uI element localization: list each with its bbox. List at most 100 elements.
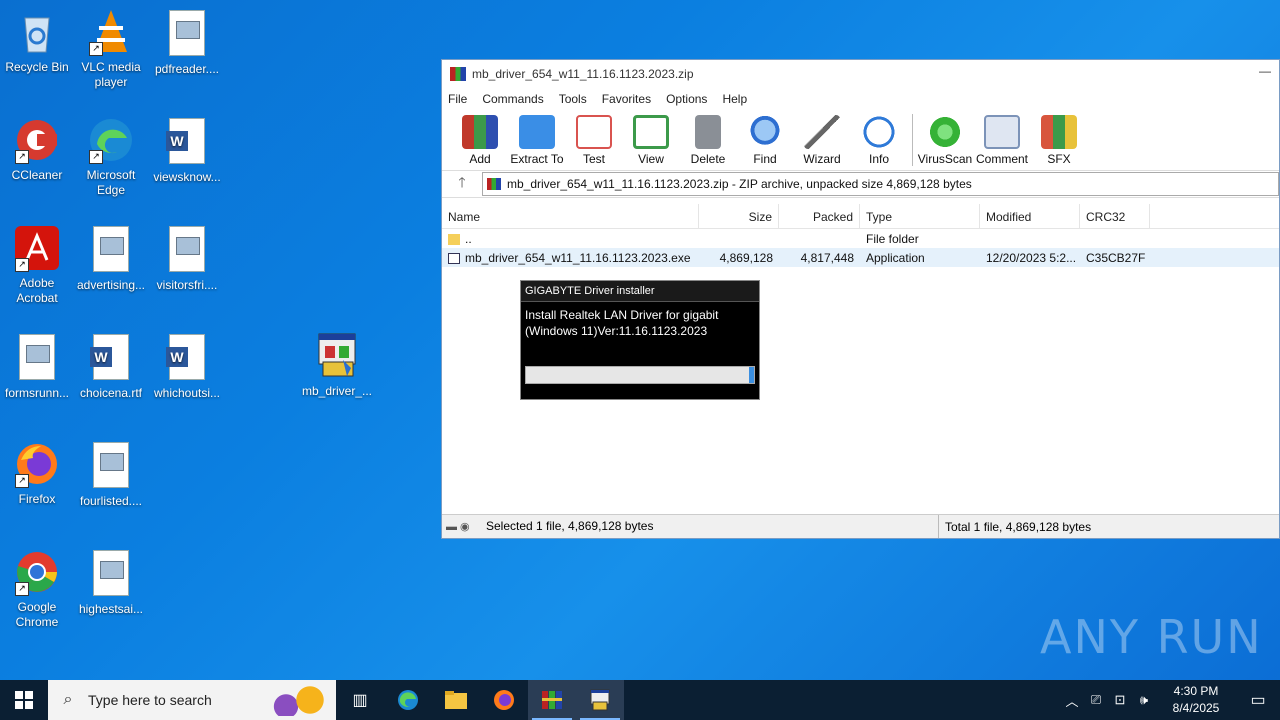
firefox-icon (494, 690, 514, 710)
desktop-icon-ccleaner[interactable]: ↗ CCleaner (0, 116, 74, 183)
desktop-icon-firefox[interactable]: ↗ Firefox (0, 440, 74, 507)
taskbar-search-box[interactable]: ⌕ Type here to search (48, 680, 336, 720)
view-button[interactable]: View (623, 115, 679, 170)
comment-icon (984, 115, 1020, 149)
ccleaner-icon: ↗ (13, 116, 61, 164)
taskbar-winrar[interactable] (528, 680, 576, 720)
toolbar-label: Test (582, 152, 605, 166)
column-packed[interactable]: Packed (779, 204, 860, 228)
desktop-icon-advertising[interactable]: advertising... (74, 224, 148, 293)
taskbar-edge[interactable] (384, 680, 432, 720)
taskbar-installer[interactable] (576, 680, 624, 720)
folder-icon (448, 233, 460, 245)
desktop-icon-label: choicena.rtf (79, 386, 143, 400)
acrobat-icon: ↗ (13, 224, 61, 272)
desktop-icon-choicena[interactable]: W choicena.rtf (74, 332, 148, 401)
taskbar-firefox[interactable] (480, 680, 528, 720)
menu-favorites[interactable]: Favorites (602, 92, 651, 106)
menu-options[interactable]: Options (666, 92, 707, 106)
toolbar-label: View (638, 152, 664, 166)
edge-icon (398, 690, 418, 710)
start-button[interactable] (0, 680, 48, 720)
wizard-button[interactable]: Wizard (794, 115, 850, 170)
document-icon (93, 550, 129, 596)
document-icon (169, 226, 205, 272)
minimize-button[interactable]: — (1259, 64, 1273, 78)
chevron-up-icon[interactable]: ︿ (1060, 691, 1084, 710)
notifications-icon[interactable]: ▭ (1236, 690, 1280, 710)
sfx-button[interactable]: SFX (1031, 115, 1087, 170)
column-name[interactable]: Name (442, 204, 699, 228)
desktop-icon-chrome[interactable]: ↗ Google Chrome (0, 548, 74, 630)
desktop-icon-whichoutsi[interactable]: W whichoutsi... (150, 332, 224, 401)
network-icon[interactable]: ⊡ (1108, 692, 1132, 708)
table-row[interactable]: mb_driver_654_w11_11.16.1123.2023.exe 4,… (442, 248, 1279, 267)
menu-help[interactable]: Help (722, 92, 747, 106)
menu-bar: File Commands Tools Favorites Options He… (442, 88, 1279, 110)
edge-icon: ↗ (87, 116, 135, 164)
row-crc: C35CB27F (1086, 250, 1146, 265)
desktop-icon-edge[interactable]: ↗ Microsoft Edge (74, 116, 148, 198)
search-highlight-flowers-icon (268, 684, 328, 716)
installer-exe-icon (313, 332, 361, 380)
add-button[interactable]: Add (452, 115, 508, 170)
desktop-icon-formsrunn[interactable]: formsrunn... (0, 332, 74, 401)
menu-tools[interactable]: Tools (559, 92, 587, 106)
up-arrow-icon[interactable]: 🡑 (442, 172, 482, 196)
row-name: mb_driver_654_w11_11.16.1123.2023.exe (465, 250, 691, 265)
winrar-app-icon (450, 67, 466, 81)
archive-path-field[interactable]: mb_driver_654_w11_11.16.1123.2023.zip - … (482, 172, 1279, 196)
driver-installer-dialog: GIGABYTE Driver installer Install Realte… (520, 280, 760, 400)
status-bar: ▬ ◉ Selected 1 file, 4,869,128 bytes Tot… (442, 514, 1279, 538)
column-type[interactable]: Type (860, 204, 980, 228)
row-name: .. (465, 231, 472, 246)
task-view-button[interactable]: ▥ (336, 680, 384, 720)
desktop-icon-label: VLC media player (81, 60, 141, 89)
anyrun-watermark: ANY RUN (1040, 610, 1263, 664)
toolbar: Add Extract To Test View Delete Find Wiz… (442, 110, 1279, 171)
toolbar-label: Extract To (510, 152, 564, 166)
document-icon (169, 10, 205, 56)
toolbar-separator (912, 114, 913, 166)
info-button[interactable]: Info (851, 115, 907, 170)
desktop-icon-viewsknow[interactable]: W viewsknow... (150, 116, 224, 185)
desktop-icon-label: Microsoft Edge (86, 168, 136, 197)
find-button[interactable]: Find (737, 115, 793, 170)
desktop-icon-vlc[interactable]: ↗ VLC media player (74, 8, 148, 90)
comment-button[interactable]: Comment (974, 115, 1030, 170)
test-button[interactable]: Test (566, 115, 622, 170)
column-crc32[interactable]: CRC32 (1080, 204, 1150, 228)
taskbar-file-explorer[interactable] (432, 680, 480, 720)
desktop-icon-label: mb_driver_... (301, 384, 373, 398)
desktop-icon-acrobat[interactable]: ↗ Adobe Acrobat (0, 224, 74, 306)
column-size[interactable]: Size (699, 204, 779, 228)
toolbar-label: Info (868, 152, 889, 166)
taskbar-clock[interactable]: 4:30 PM 8/4/2025 (1156, 683, 1236, 717)
window-titlebar[interactable]: mb_driver_654_w11_11.16.1123.2023.zip — (442, 60, 1279, 88)
search-placeholder: Type here to search (88, 692, 212, 708)
delete-button[interactable]: Delete (680, 115, 736, 170)
virusscan-button[interactable]: VirusScan (917, 115, 973, 170)
desktop-icon-mb-driver[interactable]: mb_driver_... (300, 332, 374, 399)
toolbar-label: Comment (975, 152, 1028, 166)
installer-title[interactable]: GIGABYTE Driver installer (521, 281, 759, 302)
taskbar: ⌕ Type here to search ▥ ︿ ⎚ ⊡ 🕪 4:30 PM … (0, 680, 1280, 720)
document-icon (93, 226, 129, 272)
table-row[interactable]: .. File folder (442, 229, 1279, 248)
meet-now-icon[interactable]: ⎚ (1084, 692, 1108, 708)
volume-icon[interactable]: 🕪 (1132, 692, 1156, 708)
desktop-icon-label: Adobe Acrobat (16, 276, 58, 305)
desktop-icon-recycle-bin[interactable]: Recycle Bin (0, 8, 74, 75)
clock-time: 4:30 PM (1173, 684, 1219, 698)
window-title: mb_driver_654_w11_11.16.1123.2023.zip (472, 67, 694, 81)
extract-folder-icon (519, 115, 555, 149)
extract-to-button[interactable]: Extract To (509, 115, 565, 170)
desktop-icon-visitorsfri[interactable]: visitorsfri.... (150, 224, 224, 293)
column-modified[interactable]: Modified (980, 204, 1080, 228)
desktop-icon-highestsai[interactable]: highestsai... (74, 548, 148, 617)
desktop-icon-pdfreader[interactable]: pdfreader.... (150, 8, 224, 77)
desktop-icon-fourlisted[interactable]: fourlisted.... (74, 440, 148, 509)
desktop-icon-label: Firefox (18, 492, 56, 506)
menu-commands[interactable]: Commands (482, 92, 543, 106)
menu-file[interactable]: File (448, 92, 467, 106)
